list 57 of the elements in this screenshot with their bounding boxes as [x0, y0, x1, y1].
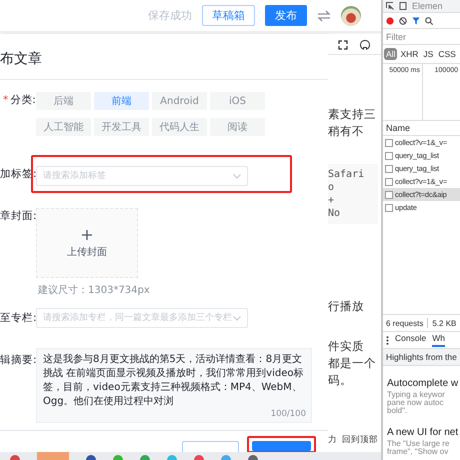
- news-title: Autocomplete w: [387, 378, 460, 389]
- field-label: 章封面:: [0, 209, 36, 224]
- article-text: 件实质: [328, 338, 365, 355]
- avatar[interactable]: [341, 6, 361, 26]
- cover-size-hint: 建议尺寸：1303*734px: [38, 284, 151, 297]
- required-mark: *: [3, 93, 8, 108]
- category-tag[interactable]: iOS: [210, 92, 265, 110]
- category-tag[interactable]: 代码人生: [152, 118, 207, 136]
- device-icon[interactable]: [399, 2, 407, 10]
- type-filter[interactable]: All: [384, 48, 398, 60]
- clear-icon[interactable]: [399, 16, 407, 24]
- back-to-top-link[interactable]: 回到顶部: [342, 434, 378, 446]
- category-tag[interactable]: 后端: [36, 92, 91, 110]
- field-label: 分类:: [10, 93, 36, 108]
- article-text: 行播放: [328, 298, 365, 315]
- filter-field[interactable]: Filter: [383, 29, 460, 45]
- article-text: 稍有不: [328, 123, 365, 140]
- field-label: 加标签:: [0, 167, 36, 182]
- field-label: 辑摘要:: [0, 353, 36, 368]
- drawer-tab[interactable]: Console: [395, 333, 426, 347]
- field-label: 至专栏:: [0, 311, 36, 326]
- inspect-icon[interactable]: [386, 2, 394, 10]
- save-status: 保存成功: [148, 9, 192, 23]
- column-header: Name: [383, 121, 460, 136]
- char-counter: 100/100: [270, 409, 306, 419]
- news-title: A new UI for net: [387, 427, 460, 438]
- record-icon[interactable]: [386, 16, 394, 24]
- cover-upload[interactable]: + 上传封面: [36, 208, 138, 278]
- type-filter[interactable]: CSS: [436, 48, 458, 60]
- article-text: 码。: [328, 372, 353, 389]
- news-text: The "Use large re frame", "Show ov: [387, 440, 450, 456]
- summary-text: 6 requests: [386, 318, 424, 328]
- drawer-tab[interactable]: Wh: [432, 333, 445, 347]
- search-icon[interactable]: [425, 16, 433, 24]
- drafts-button[interactable]: 草稿箱: [202, 5, 255, 26]
- article-text: 都是一个: [328, 355, 377, 372]
- code-block: Safari o + No: [328, 164, 378, 224]
- type-filter[interactable]: JS: [421, 48, 436, 60]
- article-text: 素支持三: [328, 106, 377, 123]
- swap-icon[interactable]: [317, 10, 331, 22]
- summary-field[interactable]: 这是我参与8月更文挑战的第5天，活动详情查看：8月更文挑战 在前端页面显示视频及播放时，我们常常用到video标签，目前，video元素支持三种视频格式：MP4、WebM、Ogg。他们在使用过程中对浏 100/100: [36, 348, 312, 423]
- type-filter[interactable]: XHR: [398, 48, 420, 60]
- footer-text: 力: [328, 434, 337, 446]
- publish-button[interactable]: 发布: [265, 5, 307, 26]
- category-tag[interactable]: Android: [152, 92, 207, 110]
- category-tag[interactable]: 开发工具: [94, 118, 149, 136]
- category-tag[interactable]: 前端: [94, 92, 149, 110]
- chevron-down-icon: [233, 316, 241, 320]
- category-tag[interactable]: 阅读: [210, 118, 265, 136]
- highlights-heading: Highlights from the: [383, 349, 460, 366]
- fullscreen-icon[interactable]: [338, 40, 348, 50]
- filter-icon[interactable]: [412, 16, 420, 24]
- summary-text: 5.2 KB: [432, 318, 456, 328]
- more-icon[interactable]: [386, 336, 389, 344]
- news-text: Typing a keywor pane now autoc bold".: [387, 391, 446, 415]
- chevron-down-icon: [233, 174, 241, 178]
- category-tag[interactable]: 人工智能: [36, 118, 91, 136]
